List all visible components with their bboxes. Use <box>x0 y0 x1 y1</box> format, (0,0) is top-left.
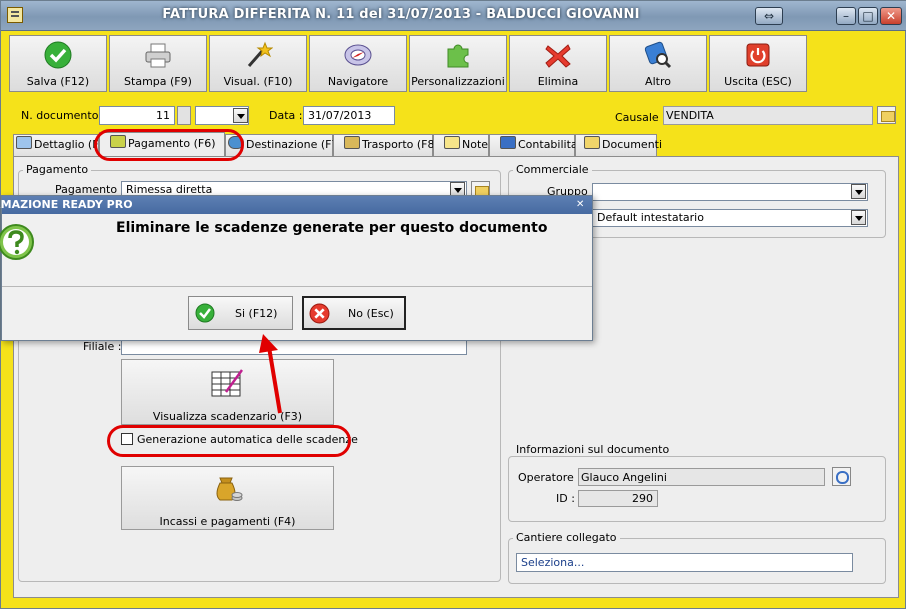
id-label: ID : <box>556 492 575 505</box>
chevron-down-icon[interactable] <box>233 108 248 123</box>
group-select[interactable] <box>592 183 868 201</box>
magnifier-icon <box>644 41 672 69</box>
minimize-button[interactable]: – <box>836 7 856 25</box>
date-field[interactable]: 31/07/2013 <box>303 106 395 125</box>
dialog-title-bar: INFORMAZIONE READY PRO ✕ <box>0 196 592 214</box>
document-info-title: Informazioni sul documento <box>513 443 673 456</box>
restore-icon[interactable]: ⇔ <box>755 7 783 25</box>
tab-label: Destinazione (F7) <box>246 138 343 151</box>
payment-group-title: Pagamento <box>23 163 92 176</box>
grid-icon <box>16 136 32 149</box>
check-icon <box>195 303 215 323</box>
question-icon <box>0 224 34 260</box>
doc-number-field[interactable]: 11 <box>99 106 175 125</box>
annotation-highlight-checkbox <box>107 425 351 457</box>
chevron-down-icon[interactable] <box>851 184 866 199</box>
spreadsheet-icon <box>211 369 244 397</box>
price-list-select[interactable]: Default intestatario <box>592 209 868 227</box>
commercial-group-title: Commerciale <box>513 163 592 176</box>
tab-contabilita[interactable]: Contabilita' <box>489 134 581 156</box>
exit-button[interactable]: Uscita (ESC) <box>709 35 807 92</box>
tab-label: Note <box>462 138 489 151</box>
cancel-icon <box>309 303 330 324</box>
delete-x-icon <box>545 44 571 68</box>
check-icon <box>44 41 72 69</box>
delete-button[interactable]: Elimina <box>509 35 607 92</box>
other-button[interactable]: Altro <box>609 35 707 92</box>
chevron-down-icon[interactable] <box>851 210 866 225</box>
tab-note[interactable]: Note <box>433 134 489 156</box>
payments-label: Incassi e pagamenti (F4) <box>159 515 296 528</box>
truck-icon <box>344 136 360 149</box>
causale-label: Causale : <box>615 111 666 124</box>
preview-label: Visual. (F10) <box>223 75 293 88</box>
view-schedule-button[interactable]: Visualizza scadenzario (F3) <box>121 359 334 425</box>
puzzle-icon <box>447 44 469 68</box>
operator-label: Operatore : <box>518 471 581 484</box>
yes-button[interactable]: Si (F12) <box>188 296 293 330</box>
print-button[interactable]: Stampa (F9) <box>109 35 207 92</box>
causale-field[interactable]: VENDITA <box>663 106 873 125</box>
tab-label: Trasporto (F8) <box>362 138 439 151</box>
tab-trasporto[interactable]: Trasporto (F8) <box>333 134 439 156</box>
title-bar: FATTURA DIFFERITA N. 11 del 31/07/2013 -… <box>1 1 906 31</box>
customizations-label: Personalizzazioni <box>411 75 505 88</box>
delete-label: Elimina <box>537 75 579 88</box>
id-field: 290 <box>578 490 658 507</box>
doc-number-spin[interactable] <box>177 106 191 125</box>
window-title: FATTURA DIFFERITA N. 11 del 31/07/2013 -… <box>162 7 640 22</box>
exit-label: Uscita (ESC) <box>724 75 792 88</box>
no-label: No (Esc) <box>348 307 394 320</box>
tab-label: Contabilita' <box>518 138 581 151</box>
dialog-message: Eliminare le scadenze generate per quest… <box>116 220 548 236</box>
tab-label: Documenti <box>602 138 663 151</box>
doc-number-label: N. documento : <box>21 109 106 122</box>
branch-label: Filiale : <box>83 340 122 353</box>
date-label: Data : <box>269 109 303 122</box>
money-bag-icon <box>216 477 243 501</box>
confirm-dialog: INFORMAZIONE READY PRO ✕ Eliminare le sc… <box>0 195 593 341</box>
compass-icon <box>344 44 372 66</box>
application-window: FATTURA DIFFERITA N. 11 del 31/07/2013 -… <box>0 0 906 609</box>
annotation-highlight-tab <box>94 129 244 161</box>
ledger-icon <box>500 136 516 149</box>
tab-dettaglio[interactable]: Dettaglio (F5) <box>13 134 110 156</box>
customizations-button[interactable]: Personalizzazioni <box>409 35 507 92</box>
site-select-field[interactable]: Seleziona... <box>516 553 853 572</box>
view-schedule-label: Visualizza scadenzario (F3) <box>152 410 303 423</box>
close-button[interactable]: ✕ <box>880 7 902 25</box>
no-button[interactable]: No (Esc) <box>302 296 406 330</box>
tab-documenti[interactable]: Documenti <box>575 134 662 156</box>
operator-field: Glauco Angelini <box>578 468 825 486</box>
other-label: Altro <box>645 75 671 88</box>
operator-search-icon[interactable] <box>832 467 851 486</box>
save-button[interactable]: Salva (F12) <box>9 35 107 92</box>
save-label: Salva (F12) <box>26 75 90 88</box>
dialog-close-icon[interactable]: ✕ <box>576 196 584 214</box>
navigator-label: Navigatore <box>327 75 389 88</box>
documents-icon <box>584 136 600 149</box>
printer-icon <box>145 43 171 68</box>
document-info-group <box>508 456 886 522</box>
folder-icon[interactable] <box>877 106 896 124</box>
dialog-divider <box>2 286 592 287</box>
site-group-title: Cantiere collegato <box>513 531 620 544</box>
dialog-title: INFORMAZIONE READY PRO <box>0 198 133 211</box>
payments-button[interactable]: Incassi e pagamenti (F4) <box>121 466 334 530</box>
note-icon <box>444 136 460 149</box>
maximize-button[interactable]: □ <box>858 7 878 25</box>
preview-button[interactable]: Visual. (F10) <box>209 35 307 92</box>
navigator-button[interactable]: Navigatore <box>309 35 407 92</box>
yes-label: Si (F12) <box>235 307 278 320</box>
power-icon <box>746 43 770 67</box>
print-label: Stampa (F9) <box>124 75 192 88</box>
magic-wand-icon <box>247 41 273 67</box>
